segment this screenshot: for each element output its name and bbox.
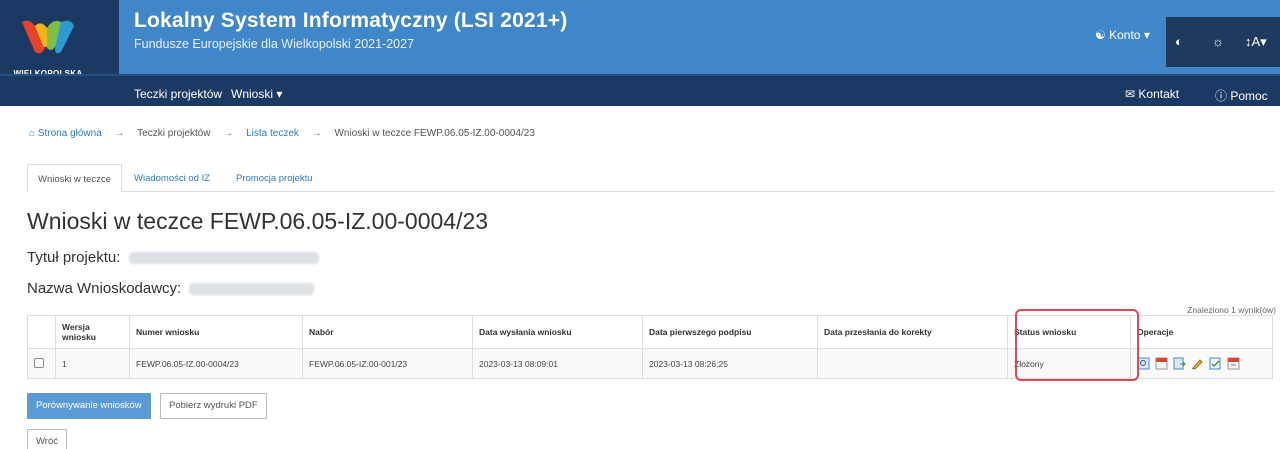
account-menu[interactable]: ☯ Konto ▾ xyxy=(1095,28,1150,42)
select-column-header xyxy=(27,315,56,349)
cell-version: 1 xyxy=(55,348,130,379)
app-title: Lokalny System Informatyczny (LSI 2021+) xyxy=(134,9,568,32)
breadcrumb-project-folders: Teczki projektów xyxy=(137,128,211,139)
project-title-label: Tytuł projektu: xyxy=(27,249,121,266)
applicant-label: Nazwa Wnioskodawcy: xyxy=(27,280,182,297)
pdf-icon[interactable] xyxy=(1155,357,1168,370)
tab-applications-in-folder[interactable]: Wnioski w teczce xyxy=(27,164,122,193)
table-header-row: Wersja wniosku Numer wniosku Nabór Data … xyxy=(27,315,1273,349)
contrast-icon[interactable]: ◐ xyxy=(1175,34,1183,49)
nav-item-applications[interactable]: Wnioski ▾ xyxy=(231,87,282,101)
tab-bar: Wnioski w teczce Wiadomości od IZ Promoc… xyxy=(27,164,1275,193)
caret-down-icon: ▾ xyxy=(276,87,283,101)
cell-call: FEWP.06.05-IZ.00-001/23 xyxy=(302,348,473,379)
font-size-control[interactable]: ↕A▾ xyxy=(1245,34,1267,50)
caret-down-icon: ▾ xyxy=(1143,28,1150,42)
breadcrumb-separator-icon: → xyxy=(223,128,234,139)
results-count: Znaleziono 1 wynik(ów) xyxy=(1187,305,1276,315)
tab-project-promotion[interactable]: Promocja projektu xyxy=(226,164,323,192)
back-button[interactable]: Wróć xyxy=(27,429,67,449)
project-title-value-redacted xyxy=(128,252,319,265)
cell-sent-date: 2023-03-13 08:09:01 xyxy=(472,348,643,379)
column-header-number: Numer wniosku xyxy=(129,315,303,349)
font-size-label: A xyxy=(1251,34,1261,49)
breadcrumb-current: Wnioski w teczce FEWP.06.05-IZ.00-0004/2… xyxy=(334,128,535,139)
applicant-field: Nazwa Wnioskodawcy: xyxy=(27,280,315,297)
nav-help-label: Pomoc xyxy=(1230,89,1268,103)
envelope-icon: ✉ xyxy=(1125,87,1136,101)
column-header-sent-date: Data wysłania wniosku xyxy=(472,315,643,349)
sign-pen-icon[interactable] xyxy=(1191,357,1204,370)
pdf-download-icon[interactable] xyxy=(1227,357,1240,370)
logo-icon xyxy=(22,20,74,54)
document-check-icon[interactable] xyxy=(1209,357,1222,370)
row-select-cell xyxy=(27,348,56,379)
breadcrumb-separator-icon: → xyxy=(311,128,322,139)
column-header-correction-date: Data przesłania do korekty xyxy=(817,315,1008,349)
nav-contact[interactable]: ✉ Kontakt xyxy=(1125,87,1179,101)
nav-help[interactable]: ⓘ Pomoc xyxy=(1215,87,1268,104)
cell-status: Złożony xyxy=(1007,348,1131,379)
column-header-operations: Operacje xyxy=(1130,315,1273,349)
home-icon: ⌂ xyxy=(29,128,36,139)
breadcrumb-folder-list[interactable]: Lista teczek xyxy=(246,128,299,139)
applications-table: Wersja wniosku Numer wniosku Nabór Data … xyxy=(27,315,1273,379)
nav-contact-label: Kontakt xyxy=(1138,87,1180,101)
nav-item-applications-label: Wnioski xyxy=(231,87,274,101)
app-subtitle: Fundusze Europejskie dla Wielkopolski 20… xyxy=(134,37,415,51)
tab-messages-from-iz[interactable]: Wiadomości od IZ xyxy=(124,164,220,192)
cell-operations xyxy=(1130,348,1273,379)
account-label: Konto xyxy=(1109,28,1141,42)
export-icon[interactable] xyxy=(1173,357,1186,370)
column-header-status: Status wniosku xyxy=(1007,315,1131,349)
cell-first-signature: 2023-03-13 08:26:25 xyxy=(642,348,818,379)
breadcrumb-home[interactable]: ⌂ Strona główna xyxy=(29,128,105,139)
column-header-version: Wersja wniosku xyxy=(55,315,130,349)
brightness-icon[interactable]: ☼ xyxy=(1212,34,1224,49)
nav-item-project-folders[interactable]: Teczki projektów xyxy=(134,87,222,101)
table-row: 1 FEWP.06.05-IZ.00-0004/23 FEWP.06.05-IZ… xyxy=(27,348,1273,379)
page-title: Wnioski w teczce FEWP.06.05-IZ.00-0004/2… xyxy=(27,208,489,234)
breadcrumb: ⌂ Strona główna → Teczki projektów → Lis… xyxy=(29,128,535,139)
compare-applications-button[interactable]: Porównywanie wniosków xyxy=(27,393,151,419)
breadcrumb-separator-icon: → xyxy=(114,128,125,139)
applicant-value-redacted xyxy=(189,283,315,296)
breadcrumb-home-label: Strona główna xyxy=(37,128,102,139)
download-pdf-button[interactable]: Pobierz wydruki PDF xyxy=(160,393,267,419)
font-size-caret-icon: ▾ xyxy=(1260,34,1267,49)
project-title-field: Tytuł projektu: xyxy=(27,249,319,266)
column-header-call: Nabór xyxy=(302,315,473,349)
cell-correction-date xyxy=(817,348,1008,379)
column-header-first-signature: Data pierwszego podpisu xyxy=(642,315,818,349)
user-circle-icon: ☯ xyxy=(1095,28,1106,42)
row-checkbox[interactable] xyxy=(34,357,44,368)
cell-number: FEWP.06.05-IZ.00-0004/23 xyxy=(129,348,303,379)
info-icon: ⓘ xyxy=(1215,89,1228,103)
preview-icon[interactable] xyxy=(1137,357,1150,370)
